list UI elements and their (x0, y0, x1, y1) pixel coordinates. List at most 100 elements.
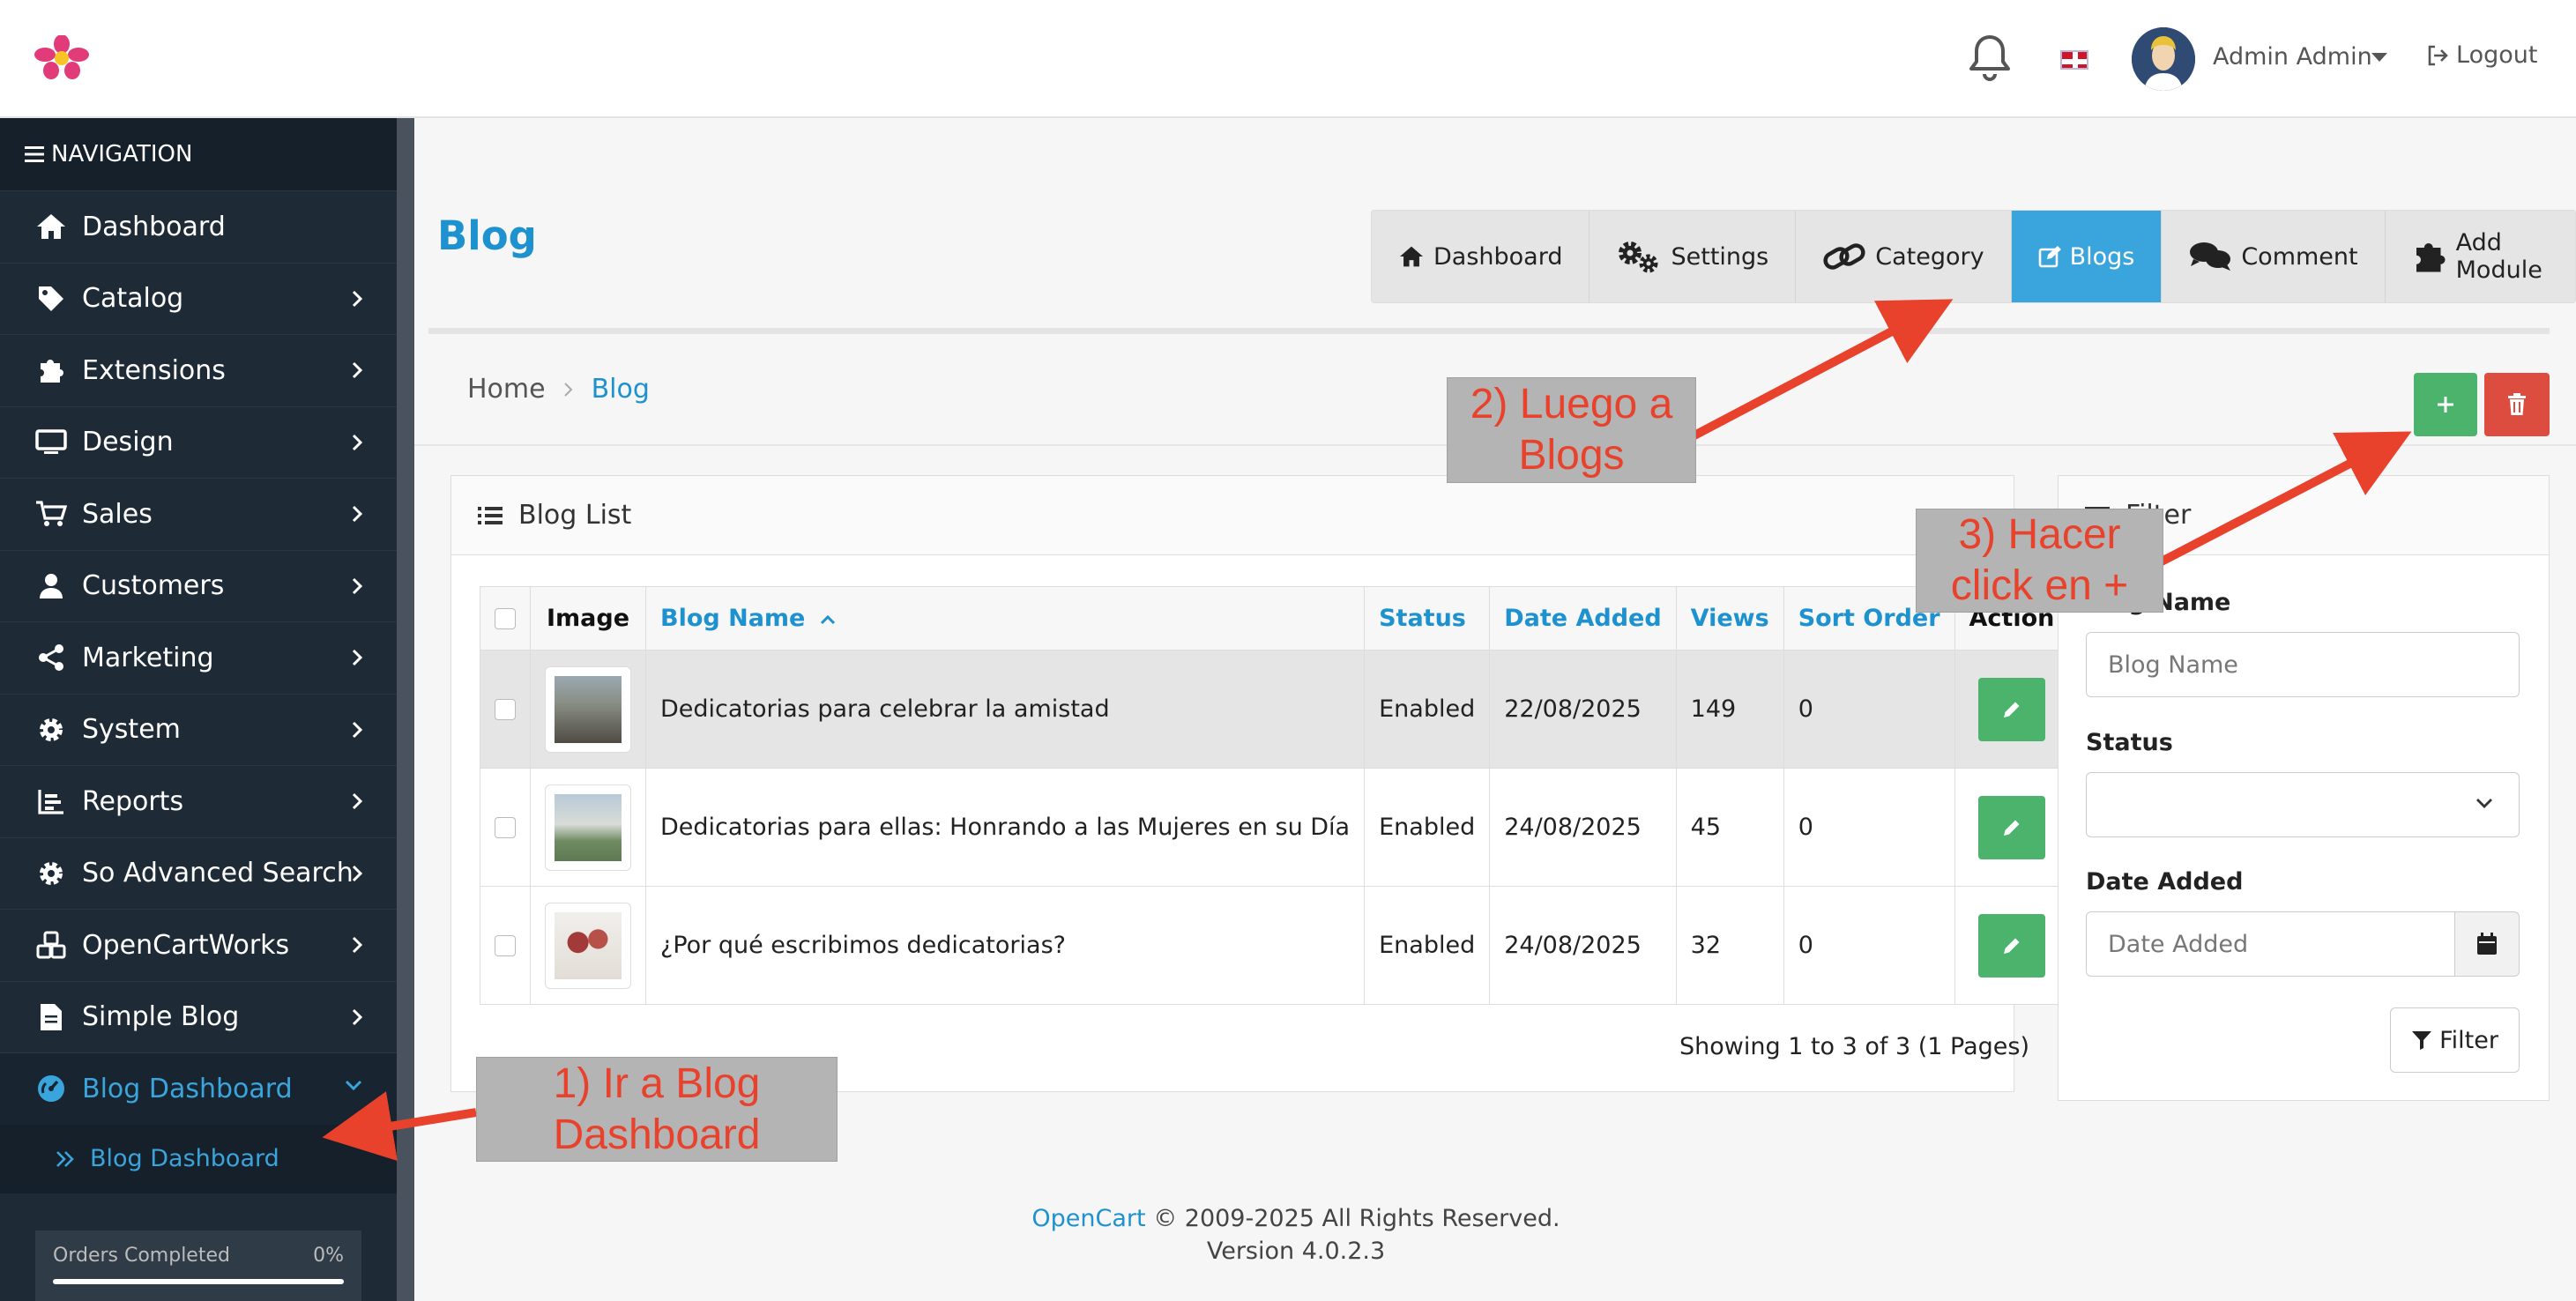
sidebar-item-extensions[interactable]: Extensions (0, 334, 397, 406)
edit-icon (2038, 245, 2061, 268)
uk-flag-icon[interactable] (2060, 50, 2088, 70)
row-date-added: 22/08/2025 (1489, 650, 1677, 769)
list-icon (478, 505, 503, 526)
tab-label: Comment (2241, 242, 2358, 271)
home-icon (1398, 245, 1425, 268)
header-divider (428, 328, 2550, 334)
chevron-down-icon[interactable] (2371, 53, 2387, 62)
chevron-right-icon (351, 289, 363, 309)
orders-progress: Orders Completed 0% (35, 1230, 361, 1301)
tab-dashboard[interactable]: Dashboard (1372, 211, 1590, 302)
col-image: Image (530, 586, 646, 650)
sidebar-item-label: Extensions (82, 354, 226, 386)
progress-label: Orders Completed (53, 1245, 230, 1267)
tab-add-module[interactable]: Add Module (2386, 211, 2575, 302)
user-name[interactable]: Admin Admin (2213, 43, 2372, 71)
sidebar-item-sales[interactable]: Sales (0, 478, 397, 550)
row-select-cell (480, 886, 531, 1005)
opencart-link[interactable]: OpenCart (1031, 1205, 1145, 1232)
tab-label: Dashboard (1433, 242, 1563, 271)
cubes-icon (35, 929, 67, 961)
breadcrumb-home[interactable]: Home (467, 374, 546, 405)
tab-comment[interactable]: Comment (2162, 211, 2386, 302)
sidebar-item-so-advanced-search[interactable]: So Advanced Search (0, 836, 397, 910)
logout-link[interactable]: Logout (2426, 41, 2537, 69)
annotation-line: Blogs (1518, 432, 1625, 479)
comments-icon (2188, 240, 2232, 273)
top-header: Admin Admin Logout (0, 0, 2576, 118)
breadcrumb-blog[interactable]: Blog (592, 374, 650, 405)
row-checkbox[interactable] (495, 934, 516, 956)
calendar-button[interactable] (2454, 911, 2520, 977)
date-added-input[interactable]: Date Added (2086, 911, 2456, 977)
col-blog-name-label: Blog Name (660, 605, 806, 632)
tab-category[interactable]: Category (1796, 211, 2012, 302)
page-title: Blog (437, 212, 537, 259)
sidebar-item-blog-dashboard[interactable]: Blog Dashboard (0, 1052, 397, 1125)
status-select[interactable] (2086, 772, 2520, 837)
puzzle-icon (2412, 239, 2447, 274)
sidebar-item-label: So Advanced Search (82, 858, 354, 889)
sidebar-item-reports[interactable]: Reports (0, 765, 397, 837)
sidebar-scrollbar[interactable] (397, 118, 414, 1301)
edit-button[interactable] (1977, 795, 2045, 859)
filter-button[interactable]: Filter (2390, 1007, 2520, 1073)
navigation-toggle[interactable]: NAVIGATION (0, 118, 397, 190)
tab-label: Blogs (2069, 242, 2135, 271)
chevron-down-icon (344, 1079, 363, 1091)
row-checkbox[interactable] (495, 698, 516, 720)
sidebar-item-label: Reports (82, 785, 184, 817)
share-icon (35, 642, 67, 673)
chevron-right-icon (351, 648, 363, 667)
dashboard-icon (35, 1073, 67, 1104)
blog-tabs: Dashboard Settings Category Blogs Commen… (1371, 210, 2576, 303)
tab-label: Settings (1671, 242, 1769, 271)
annotation-line: 2) Luego a (1470, 381, 1673, 427)
navigation-heading: NAVIGATION (51, 141, 193, 167)
col-date-added[interactable]: Date Added (1489, 586, 1677, 650)
row-select-cell (480, 768, 531, 887)
tab-blogs[interactable]: Blogs (2011, 211, 2163, 302)
sidebar-item-design[interactable]: Design (0, 405, 397, 479)
sidebar-item-simple-blog[interactable]: Simple Blog (0, 980, 397, 1053)
file-icon (35, 1001, 67, 1033)
sidebar-item-system[interactable]: System (0, 693, 397, 766)
sidebar-item-label: System (82, 714, 181, 746)
sidebar-item-dashboard[interactable]: Dashboard (0, 190, 397, 263)
annotation-line: 1) Ir a Blog (553, 1059, 761, 1107)
col-views[interactable]: Views (1675, 586, 1784, 650)
sidebar-subitem-blog-dashboard[interactable]: Blog Dashboard (0, 1124, 397, 1193)
menu-icon (25, 145, 44, 163)
sidebar-item-label: Design (82, 427, 174, 458)
sidebar-item-customers[interactable]: Customers (0, 549, 397, 622)
footer: OpenCart © 2009-2025 All Rights Reserved… (414, 1202, 2178, 1268)
monitor-icon (35, 427, 67, 458)
row-checkbox[interactable] (495, 816, 516, 838)
sidebar-item-marketing[interactable]: Marketing (0, 621, 397, 694)
select-all-checkbox[interactable] (495, 607, 516, 629)
col-status[interactable]: Status (1364, 586, 1491, 650)
breadcrumb-separator-icon (563, 381, 574, 398)
blog-name-input[interactable]: Blog Name (2086, 632, 2520, 697)
edit-button[interactable] (1977, 913, 2045, 978)
sidebar-item-catalog[interactable]: Catalog (0, 262, 397, 335)
row-action-cell (1954, 768, 2070, 887)
delete-blog-button[interactable] (2484, 373, 2550, 436)
edit-button[interactable] (1977, 677, 2045, 741)
tab-label: Add Module (2455, 229, 2542, 284)
sidebar-item-opencartworks[interactable]: OpenCartWorks (0, 909, 397, 981)
sort-asc-icon (819, 613, 837, 626)
home-icon (35, 211, 67, 242)
col-blog-name[interactable]: Blog Name (644, 586, 1366, 650)
app-logo-icon[interactable] (32, 35, 92, 79)
tag-icon (35, 283, 67, 315)
bell-icon[interactable] (1968, 33, 2012, 83)
blog-thumbnail (545, 902, 631, 989)
tab-settings[interactable]: Settings (1590, 211, 1797, 302)
add-blog-button[interactable] (2414, 373, 2477, 436)
plus-icon (2436, 395, 2455, 414)
gears-icon (1616, 239, 1662, 274)
footer-copyright-line: OpenCart © 2009-2025 All Rights Reserved… (414, 1202, 2178, 1235)
row-status: Enabled (1364, 768, 1491, 887)
avatar[interactable] (2132, 27, 2195, 91)
